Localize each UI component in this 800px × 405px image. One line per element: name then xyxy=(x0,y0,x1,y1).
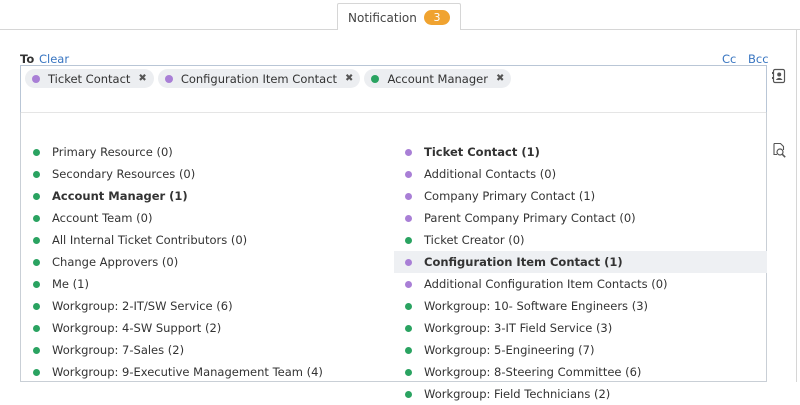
option-configuration-item-contact[interactable]: Configuration Item Contact (1) xyxy=(394,251,767,273)
option-label: Company Primary Contact (1) xyxy=(424,189,596,203)
option-me[interactable]: Me (1) xyxy=(21,273,394,295)
contact-card-icon[interactable] xyxy=(771,68,787,84)
option-label: Workgroup: 5-Engineering (7) xyxy=(424,343,595,357)
recipient-type-dot xyxy=(33,170,40,178)
recipient-type-dot xyxy=(33,148,40,156)
recipient-type-dot xyxy=(405,324,412,332)
option-parent-company-primary-contact[interactable]: Parent Company Primary Contact (0) xyxy=(394,207,767,229)
recipient-type-dot xyxy=(405,214,412,222)
option-account-team[interactable]: Account Team (0) xyxy=(21,207,394,229)
notification-panel: To Clear Cc Bcc Ticket Contact ✖ Configura… xyxy=(0,30,800,401)
recipient-type-dot xyxy=(33,280,40,288)
option-workgroup-2-it-sw-service[interactable]: Workgroup: 2-IT/SW Service (6) xyxy=(21,295,394,317)
recipient-type-dot xyxy=(33,192,40,200)
option-label: Account Team (0) xyxy=(52,211,153,225)
option-label: Additional Contacts (0) xyxy=(424,167,557,181)
option-label: Workgroup: 10- Software Engineers (3) xyxy=(424,299,648,313)
tab-notification[interactable]: Notification 3 xyxy=(337,3,461,30)
recipient-type-dot xyxy=(33,324,40,332)
option-additional-configuration-item-contacts[interactable]: Additional Configuration Item Contacts (… xyxy=(394,273,767,295)
option-label: Workgroup: 9-Executive Management Team (… xyxy=(52,365,323,379)
option-secondary-resources[interactable]: Secondary Resources (0) xyxy=(21,163,394,185)
tab-label: Notification xyxy=(348,11,417,25)
clear-link[interactable]: Clear xyxy=(39,52,69,66)
option-label: All Internal Ticket Contributors (0) xyxy=(52,233,248,247)
recipient-type-dot xyxy=(405,192,412,200)
recipient-type-dot xyxy=(371,74,380,83)
recipient-type-dot xyxy=(33,214,40,222)
option-label: Workgroup: 8-Steering Committee (6) xyxy=(424,365,642,379)
option-label: Workgroup: 4-SW Support (2) xyxy=(52,321,222,335)
recipient-type-dot xyxy=(405,346,412,354)
recipient-type-dot xyxy=(33,258,40,266)
recipient-type-dot xyxy=(33,346,40,354)
option-label: Workgroup: 3-IT Field Service (3) xyxy=(424,321,613,335)
cc-link[interactable]: Cc xyxy=(722,52,736,66)
option-account-manager[interactable]: Account Manager (1) xyxy=(21,185,394,207)
option-change-approvers[interactable]: Change Approvers (0) xyxy=(21,251,394,273)
option-label: Workgroup: 2-IT/SW Service (6) xyxy=(52,299,233,313)
option-additional-contacts[interactable]: Additional Contacts (0) xyxy=(394,163,767,185)
option-workgroup-5-engineering[interactable]: Workgroup: 5-Engineering (7) xyxy=(394,339,767,361)
option-label: Parent Company Primary Contact (0) xyxy=(424,211,636,225)
recipient-type-dot xyxy=(405,280,412,288)
recipient-type-dot xyxy=(33,302,40,310)
chip-label: Configuration Item Contact xyxy=(180,71,338,86)
option-workgroup-4-sw-support[interactable]: Workgroup: 4-SW Support (2) xyxy=(21,317,394,339)
option-label: Ticket Contact (1) xyxy=(424,145,540,159)
option-label: Account Manager (1) xyxy=(52,189,188,203)
option-label: Me (1) xyxy=(52,277,89,291)
to-label: To xyxy=(20,52,35,66)
option-all-internal-ticket-contributors[interactable]: All Internal Ticket Contributors (0) xyxy=(21,229,394,251)
remove-icon[interactable]: ✖ xyxy=(345,73,353,84)
option-primary-resource[interactable]: Primary Resource (0) xyxy=(21,141,394,163)
option-label: Primary Resource (0) xyxy=(52,145,173,159)
tab-bar: Notification 3 xyxy=(0,0,800,30)
option-workgroup-7-sales[interactable]: Workgroup: 7-Sales (2) xyxy=(21,339,394,361)
recipient-type-dot xyxy=(32,74,40,83)
recipient-type-dot xyxy=(405,390,412,398)
option-label: Secondary Resources (0) xyxy=(52,167,196,181)
dropdown-separator xyxy=(21,112,766,113)
option-label: Change Approvers (0) xyxy=(52,255,179,269)
chip-label: Ticket Contact xyxy=(48,71,131,86)
recipient-type-dot xyxy=(33,368,40,376)
option-label: Ticket Creator (0) xyxy=(424,233,525,247)
recipient-type-dot xyxy=(164,74,173,83)
search-document-icon[interactable] xyxy=(771,142,787,158)
remove-icon[interactable]: ✖ xyxy=(496,73,504,84)
recipient-chip-configuration-item-contact[interactable]: Configuration Item Contact ✖ xyxy=(157,69,361,88)
chip-label: Account Manager xyxy=(387,71,488,86)
option-ticket-contact[interactable]: Ticket Contact (1) xyxy=(394,141,767,163)
recipient-type-dot xyxy=(405,258,412,266)
bcc-link[interactable]: Bcc xyxy=(748,52,769,66)
option-workgroup-8-steering-committee[interactable]: Workgroup: 8-Steering Committee (6) xyxy=(394,361,767,383)
notification-count-badge: 3 xyxy=(424,10,450,25)
option-workgroup-10-software-engineers[interactable]: Workgroup: 10- Software Engineers (3) xyxy=(394,295,767,317)
option-workgroup-9-executive-management-team[interactable]: Workgroup: 9-Executive Management Team (… xyxy=(21,361,394,383)
option-label: Additional Configuration Item Contacts (… xyxy=(424,277,668,291)
recipient-options-dropdown: Primary Resource (0) Secondary Resources … xyxy=(20,112,767,401)
selected-recipients: Ticket Contact ✖ Configuration Item Contac… xyxy=(25,69,512,88)
recipient-type-dot xyxy=(405,148,412,156)
recipient-type-dot xyxy=(405,302,412,310)
option-company-primary-contact[interactable]: Company Primary Contact (1) xyxy=(394,185,767,207)
recipient-type-dot xyxy=(405,368,412,376)
recipient-chip-ticket-contact[interactable]: Ticket Contact ✖ xyxy=(25,69,154,88)
option-workgroup-3-it-field-service[interactable]: Workgroup: 3-IT Field Service (3) xyxy=(394,317,767,339)
option-label: Workgroup: 7-Sales (2) xyxy=(52,343,185,357)
option-label: Workgroup: Field Technicians (2) xyxy=(424,387,611,401)
remove-icon[interactable]: ✖ xyxy=(138,73,146,84)
recipient-type-dot xyxy=(405,170,412,178)
recipient-type-dot xyxy=(33,236,40,244)
option-ticket-creator[interactable]: Ticket Creator (0) xyxy=(394,229,767,251)
recipient-chip-account-manager[interactable]: Account Manager ✖ xyxy=(364,69,512,88)
recipient-type-dot xyxy=(405,236,412,244)
option-label: Configuration Item Contact (1) xyxy=(424,255,623,269)
panel-border xyxy=(796,30,797,382)
option-workgroup-field-technicians[interactable]: Workgroup: Field Technicians (2) xyxy=(394,383,767,405)
